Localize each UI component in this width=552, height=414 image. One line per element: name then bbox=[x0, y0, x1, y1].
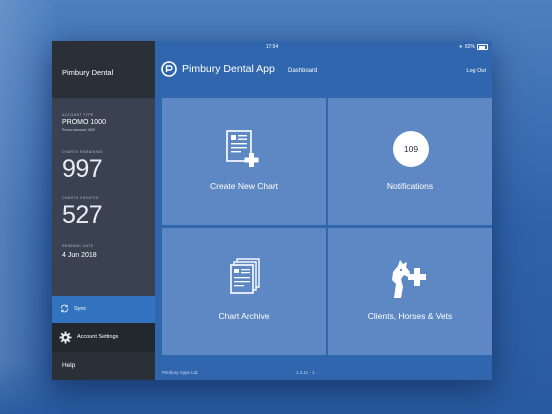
notifications-tile[interactable]: 109 Notifications bbox=[328, 98, 492, 225]
account-type-label: ACCOUNT TYPE bbox=[62, 113, 94, 117]
sidebar-title: Pimbury Dental bbox=[62, 68, 114, 77]
chart-archive-icon bbox=[230, 258, 260, 294]
horse-plus-icon bbox=[392, 260, 426, 298]
account-settings-button[interactable]: Account Settings bbox=[52, 323, 155, 352]
create-new-chart-label: Create New Chart bbox=[209, 181, 279, 191]
status-right: ∗ 82% bbox=[459, 44, 488, 50]
clients-horses-vets-tile[interactable]: Clients, Horses & Vets bbox=[328, 228, 492, 355]
account-type-sub: Promo account 1000 bbox=[62, 128, 96, 132]
sync-button[interactable]: Sync bbox=[52, 296, 155, 323]
top-bar: Pimbury Dental App Dashboard Log Out bbox=[155, 52, 492, 91]
footer: Pimbury Apps Ltd. 1.2.11 - 1 bbox=[155, 368, 492, 380]
app-window: iPad ≈ 17:54 ∗ 82% Pimbury Dental ACCOUN… bbox=[52, 41, 492, 380]
account-settings-label: Account Settings bbox=[77, 334, 119, 340]
bluetooth-icon: ∗ bbox=[458, 44, 463, 50]
company-name: Pimbury Apps Ltd. bbox=[162, 370, 199, 375]
charts-remaining-label: CHARTS REMAINING bbox=[62, 150, 103, 154]
app-version: 1.2.11 - 1 bbox=[296, 370, 315, 375]
battery-percent: 82% bbox=[464, 44, 475, 50]
gear-icon bbox=[59, 331, 72, 344]
clients-horses-vets-label: Clients, Horses & Vets bbox=[367, 311, 453, 321]
chart-archive-label: Chart Archive bbox=[218, 311, 270, 321]
new-chart-icon bbox=[226, 130, 259, 167]
app-title: Pimbury Dental App bbox=[182, 63, 275, 75]
notifications-count-badge: 109 bbox=[393, 131, 429, 167]
sync-label: Sync bbox=[74, 306, 87, 312]
logout-button[interactable]: Log Out bbox=[466, 68, 486, 74]
account-type-value: PROMO 1000 bbox=[62, 119, 106, 126]
sync-icon bbox=[60, 304, 69, 313]
background-glow bbox=[0, 0, 60, 414]
charts-created-value: 527 bbox=[62, 201, 103, 229]
charts-created-label: CHARTS CREATED bbox=[62, 196, 99, 200]
renewal-date-label: RENEWAL DATE bbox=[62, 244, 94, 248]
create-new-chart-tile[interactable]: Create New Chart bbox=[162, 98, 326, 225]
notifications-label: Notifications bbox=[386, 181, 434, 191]
help-label: Help bbox=[62, 362, 76, 369]
renewal-date-value: 4 Jun 2018 bbox=[62, 252, 97, 259]
help-button[interactable]: Help bbox=[52, 352, 155, 380]
charts-remaining-value: 997 bbox=[62, 155, 103, 183]
chart-archive-tile[interactable]: Chart Archive bbox=[162, 228, 326, 355]
battery-icon bbox=[477, 44, 488, 50]
breadcrumb[interactable]: Dashboard bbox=[288, 68, 317, 74]
sidebar-header: Pimbury Dental bbox=[52, 41, 155, 98]
sidebar: Pimbury Dental ACCOUNT TYPE PROMO 1000 P… bbox=[52, 41, 155, 380]
logo-icon bbox=[161, 61, 177, 77]
